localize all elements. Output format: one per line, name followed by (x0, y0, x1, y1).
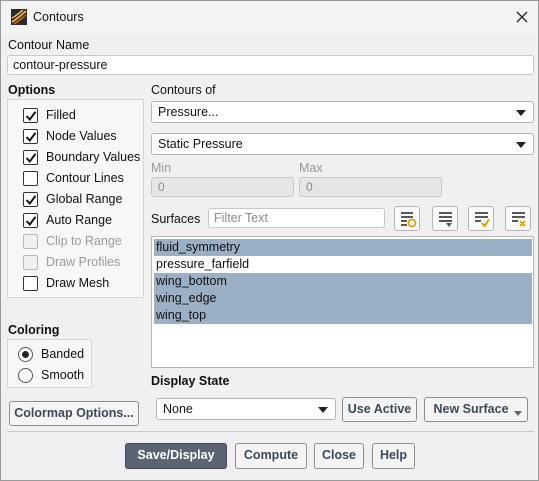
max-label: Max (299, 161, 323, 175)
title-bar: Contours (1, 1, 538, 33)
check-icon (25, 110, 37, 121)
option-filled[interactable]: Filled (23, 106, 76, 124)
option-label: Auto Range (46, 213, 113, 227)
option-label: Global Range (46, 192, 123, 206)
window-title: Contours (33, 10, 84, 24)
surfaces-list[interactable]: fluid_symmetry pressure_farfield wing_bo… (151, 236, 534, 368)
compute-button[interactable]: Compute (235, 443, 307, 469)
option-label: Node Values (46, 129, 117, 143)
colormap-options-button[interactable]: Colormap Options... (9, 401, 139, 426)
use-active-button[interactable]: Use Active (342, 397, 417, 422)
checkbox-boundary-values[interactable] (23, 149, 38, 165)
list-dropdown-icon (439, 212, 452, 227)
list-item[interactable]: pressure_farfield (154, 256, 532, 273)
checkbox-node-values[interactable] (23, 128, 38, 144)
list-x-icon (512, 212, 526, 227)
option-label: Draw Mesh (46, 276, 110, 290)
chevron-down-icon (516, 110, 526, 116)
radio-smooth[interactable] (18, 367, 33, 383)
chevron-down-icon (318, 407, 328, 413)
radio-banded[interactable] (18, 346, 33, 362)
option-label: Filled (46, 108, 76, 122)
coloring-group: Banded Smooth (7, 339, 92, 388)
option-contour-lines[interactable]: Contour Lines (23, 169, 124, 187)
check-icon (25, 131, 37, 142)
list-item[interactable]: wing_edge (154, 290, 532, 307)
option-auto-range[interactable]: Auto Range (23, 211, 112, 229)
close-button[interactable]: Close (314, 443, 364, 469)
divider (7, 431, 534, 432)
max-field: 0 (299, 177, 442, 197)
contour-name-label: Contour Name (8, 38, 90, 52)
filter-placeholder: Filter Text (214, 211, 268, 225)
option-label: Draw Profiles (46, 255, 121, 269)
coloring-label: Coloring (8, 323, 60, 337)
list-check-icon (475, 212, 490, 228)
display-state-label: Display State (151, 374, 230, 388)
display-state-value: None (163, 402, 193, 416)
new-surface-label: New Surface (433, 402, 509, 416)
coloring-option-label: Smooth (41, 368, 85, 382)
option-label: Boundary Values (46, 150, 141, 164)
option-global-range[interactable]: Global Range (23, 190, 122, 208)
category-value: Pressure... (158, 105, 219, 119)
chevron-down-icon (516, 142, 526, 148)
coloring-smooth[interactable]: Smooth (18, 366, 84, 384)
option-label: Clip to Range (46, 234, 122, 248)
checkbox-clip-to-range (23, 233, 38, 249)
surfaces-label: Surfaces (151, 212, 201, 226)
option-boundary-values[interactable]: Boundary Values (23, 148, 140, 166)
help-button[interactable]: Help (372, 443, 415, 469)
checkbox-auto-range[interactable] (23, 212, 38, 228)
checkbox-draw-mesh[interactable] (23, 275, 38, 291)
display-state-select[interactable]: None (156, 398, 336, 420)
list-circle-icon (401, 212, 417, 228)
coloring-banded[interactable]: Banded (18, 345, 84, 363)
min-field: 0 (151, 177, 294, 197)
select-all-surfaces-button[interactable] (394, 206, 420, 231)
deselect-surfaces-button[interactable] (505, 206, 531, 231)
option-node-values[interactable]: Node Values (23, 127, 117, 145)
contours-dialog: Contours Contour Name contour-pressure O… (0, 0, 539, 481)
option-draw-profiles: Draw Profiles (23, 253, 120, 271)
coloring-option-label: Banded (41, 347, 85, 361)
save-display-button[interactable]: Save/Display (125, 443, 227, 469)
contours-of-category-select[interactable]: Pressure... (151, 101, 534, 123)
option-draw-mesh[interactable]: Draw Mesh (23, 274, 109, 292)
options-group: Filled Node Values Boundary Values Conto… (7, 99, 144, 298)
checkbox-global-range[interactable] (23, 191, 38, 207)
checkbox-contour-lines[interactable] (23, 170, 38, 186)
contours-of-label: Contours of (151, 83, 216, 97)
quantity-value: Static Pressure (158, 137, 243, 151)
options-label: Options (8, 83, 56, 97)
list-item[interactable]: fluid_symmetry (154, 239, 532, 256)
min-label: Min (151, 161, 172, 175)
checkbox-draw-profiles (23, 254, 38, 270)
checkbox-filled[interactable] (23, 107, 38, 123)
select-surfaces-button[interactable] (468, 206, 494, 231)
surface-dropdown-button[interactable] (432, 206, 458, 231)
check-icon (25, 152, 37, 163)
surfaces-filter-input[interactable]: Filter Text (208, 208, 385, 228)
check-icon (25, 194, 37, 205)
option-clip-to-range: Clip to Range (23, 232, 122, 250)
fluent-app-icon (11, 9, 27, 25)
option-label: Contour Lines (46, 171, 124, 185)
contour-name-field[interactable]: contour-pressure (7, 55, 534, 75)
new-surface-button[interactable]: New Surface (424, 397, 528, 422)
contours-of-quantity-select[interactable]: Static Pressure (151, 133, 534, 155)
check-icon (25, 215, 37, 226)
list-item[interactable]: wing_top (154, 307, 532, 324)
list-item[interactable]: wing_bottom (154, 273, 532, 290)
chevron-down-icon (514, 411, 522, 416)
close-icon[interactable] (513, 8, 531, 26)
